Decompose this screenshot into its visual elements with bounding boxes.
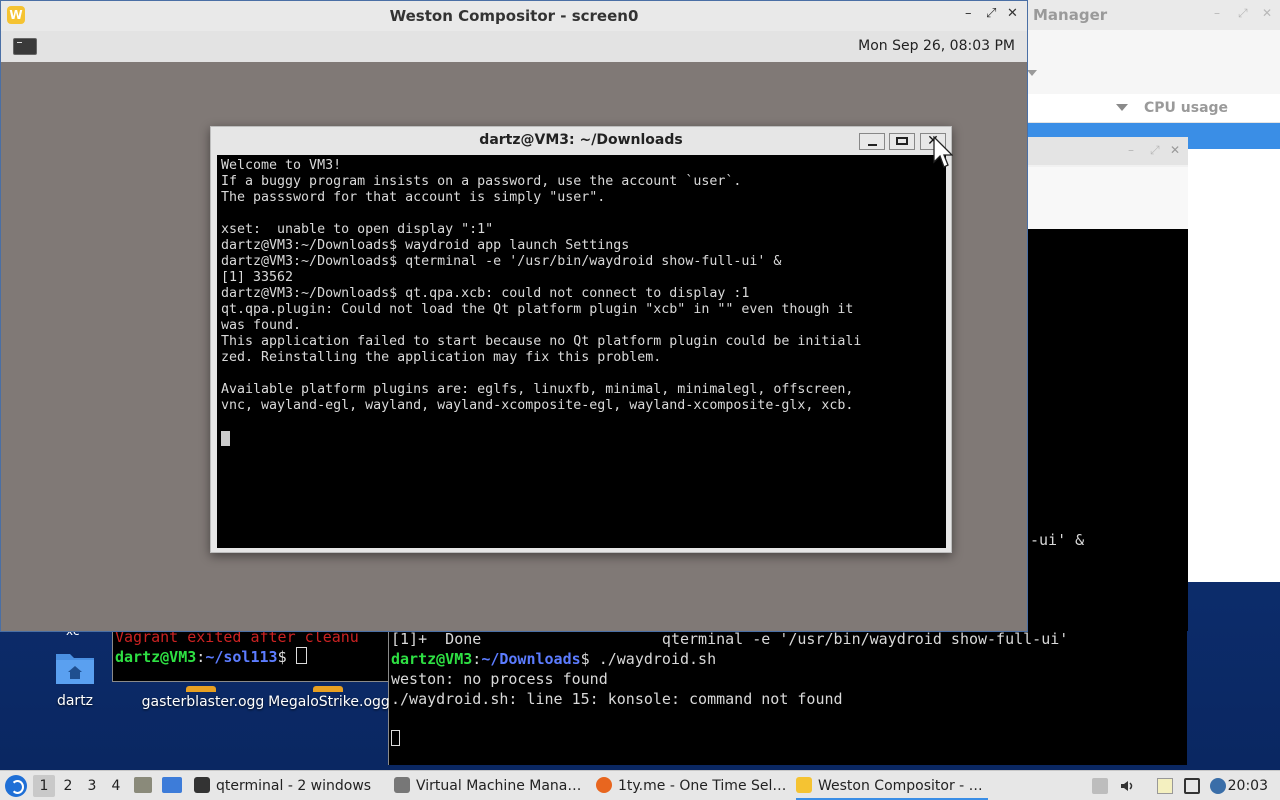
network-icon[interactable] <box>1184 778 1200 794</box>
minimize-icon[interactable]: – <box>1128 143 1134 157</box>
virt-manager-icon <box>394 777 410 793</box>
terminal-cursor <box>391 730 400 746</box>
terminal-line: dartz@VM3:~/Downloads$ qt.qpa.xcb: could… <box>221 286 750 301</box>
mouse-pointer-icon <box>933 136 953 168</box>
dropdown-arrow-icon[interactable] <box>1027 70 1037 76</box>
background-terminal[interactable]: -ui' & <box>1000 229 1188 631</box>
audio-file-icon[interactable] <box>313 686 343 692</box>
terminal-line: This application failed to start because… <box>221 334 862 349</box>
minimize-icon[interactable]: – <box>1214 6 1220 20</box>
desktop-icon-label[interactable]: gasterblaster.ogg <box>140 693 266 711</box>
qterminal-window[interactable]: dartz@VM3: ~/Downloads ✕ Welcome to VM3!… <box>210 126 952 553</box>
terminal-line: dartz@VM3:~/Downloads$ waydroid app laun… <box>221 238 630 253</box>
taskbar-clock[interactable]: 20:03 <box>1228 775 1268 797</box>
window-title: dartz@VM3: ~/Downloads <box>479 132 683 148</box>
terminal-line: xset: unable to open display ":1" <box>221 222 494 237</box>
prompt-user: dartz@VM3 <box>115 648 197 666</box>
desktop-icon-label[interactable]: MegaloStrike.ogg <box>268 693 390 711</box>
show-desktop-icon[interactable] <box>162 777 182 793</box>
close-icon[interactable]: ✕ <box>1170 143 1180 157</box>
terminal-line: [1]+ Done qterminal -e '/usr/bin/waydroi… <box>391 630 1069 648</box>
task-manager-title: Manager <box>1033 6 1108 24</box>
workspace-4[interactable]: 4 <box>105 775 127 797</box>
terminal-line: vnc, wayland-egl, wayland, wayland-xcomp… <box>221 398 854 413</box>
column-cpu-usage[interactable]: CPU usage <box>1144 100 1228 116</box>
prompt-suffix: $ <box>277 648 296 666</box>
task-firefox[interactable]: 1ty.me - One Time Sel… <box>596 774 788 798</box>
workspace-1[interactable]: 1 <box>33 775 55 797</box>
file-manager-icon[interactable] <box>134 777 152 793</box>
terminal-launcher-icon[interactable] <box>13 38 37 55</box>
task-label: Weston Compositor - … <box>818 778 983 794</box>
terminal-line: qt.qpa.plugin: Could not load the Qt pla… <box>221 302 854 317</box>
minimize-icon[interactable]: – <box>965 6 972 21</box>
virt-manager-window: – ⤢ ✕ <box>1000 137 1188 230</box>
terminal-line: zed. Reinstalling the application may fi… <box>221 350 662 365</box>
tray-updates-icon[interactable] <box>1092 778 1108 794</box>
close-icon[interactable]: ✕ <box>1007 6 1018 21</box>
application-menu-icon[interactable] <box>5 775 27 797</box>
terminal-prompt: dartz@VM3:~/sol113$ <box>115 647 307 666</box>
taskbar: 1 2 3 4 qterminal - 2 windows Virtual Ma… <box>0 770 1280 800</box>
terminal-line: Available platform plugins are: eglfs, l… <box>221 382 854 397</box>
terminal-line: dartz@VM3:~/Downloads$ qterminal -e '/us… <box>221 254 782 269</box>
task-virt-manager[interactable]: Virtual Machine Mana… <box>394 774 586 798</box>
notifications-icon[interactable] <box>1210 778 1226 794</box>
task-label: 1ty.me - One Time Sel… <box>618 778 787 794</box>
terminal-line: ./waydroid.sh: line 15: konsole: command… <box>391 690 843 708</box>
workspace-2[interactable]: 2 <box>57 775 79 797</box>
terminal-line: If a buggy program insists on a password… <box>221 174 742 189</box>
weston-icon <box>796 777 812 793</box>
process-table-header <box>1000 94 1280 123</box>
terminal-text: -ui' & <box>1030 531 1085 549</box>
weston-compositor-window: W Weston Compositor - screen0 – ⤢ ✕ Mon … <box>0 0 1028 632</box>
clipboard-icon[interactable] <box>1157 778 1173 794</box>
task-manager-titlebar[interactable]: Manager – ⤢ ✕ <box>1000 0 1280 30</box>
task-manager-toolbar <box>1000 30 1280 94</box>
virt-manager-toolbar <box>1000 167 1188 230</box>
close-icon[interactable]: ✕ <box>1262 6 1272 20</box>
terminal-prompt: dartz@VM3:~/Downloads$ ./waydroid.sh <box>391 650 717 668</box>
downloads-terminal[interactable]: [1]+ Done qterminal -e '/usr/bin/waydroi… <box>388 628 1187 765</box>
terminal-line: was found. <box>221 318 302 333</box>
weston-panel: Mon Sep 26, 08:03 PM <box>1 31 1027 62</box>
qterminal-titlebar[interactable]: dartz@VM3: ~/Downloads ✕ <box>211 127 951 154</box>
restore-icon[interactable]: ⤢ <box>1150 143 1160 158</box>
task-label: qterminal - 2 windows <box>216 778 372 794</box>
volume-icon[interactable] <box>1119 778 1135 794</box>
virt-manager-titlebar[interactable]: – ⤢ ✕ <box>1000 137 1188 165</box>
terminal-icon <box>194 777 210 793</box>
restore-icon[interactable]: ⤢ <box>986 6 996 21</box>
workspace-3[interactable]: 3 <box>81 775 103 797</box>
maximize-button[interactable] <box>889 133 915 150</box>
prompt-user: dartz@VM3 <box>391 650 473 668</box>
audio-file-icon[interactable] <box>186 686 216 692</box>
sort-arrow-icon[interactable] <box>1116 104 1128 111</box>
firefox-icon <box>596 777 612 793</box>
terminal-cursor <box>295 647 307 664</box>
task-label: Virtual Machine Mana… <box>416 778 582 794</box>
sol113-terminal[interactable]: Vagrant exited after cleanu dartz@VM3:~/… <box>112 628 390 682</box>
terminal-line: [1] 33562 <box>221 270 294 285</box>
minimize-button[interactable] <box>859 133 885 150</box>
terminal-output: Welcome to VM3! If a buggy program insist… <box>221 158 861 414</box>
window-title: Weston Compositor - screen0 <box>389 7 639 25</box>
prompt-path: ~/Downloads <box>481 650 581 668</box>
restore-icon[interactable]: ⤢ <box>1238 6 1248 21</box>
terminal-screen[interactable]: Welcome to VM3! If a buggy program insist… <box>217 155 946 548</box>
terminal-cursor <box>221 431 230 446</box>
task-qterminal[interactable]: qterminal - 2 windows <box>194 774 384 798</box>
home-folder-icon[interactable] <box>54 648 96 686</box>
terminal-command: $ ./waydroid.sh <box>580 650 717 668</box>
terminal-line: The passsword for that account is simply… <box>221 190 606 205</box>
prompt-path: ~/sol113 <box>205 648 278 666</box>
task-weston[interactable]: Weston Compositor - … <box>796 774 988 800</box>
weston-titlebar[interactable]: W Weston Compositor - screen0 – ⤢ ✕ <box>1 1 1027 31</box>
desktop-icon-label[interactable]: dartz <box>40 693 110 709</box>
terminal-line: Welcome to VM3! <box>221 158 342 173</box>
terminal-line: weston: no process found <box>391 670 608 688</box>
panel-clock: Mon Sep 26, 08:03 PM <box>858 38 1015 54</box>
